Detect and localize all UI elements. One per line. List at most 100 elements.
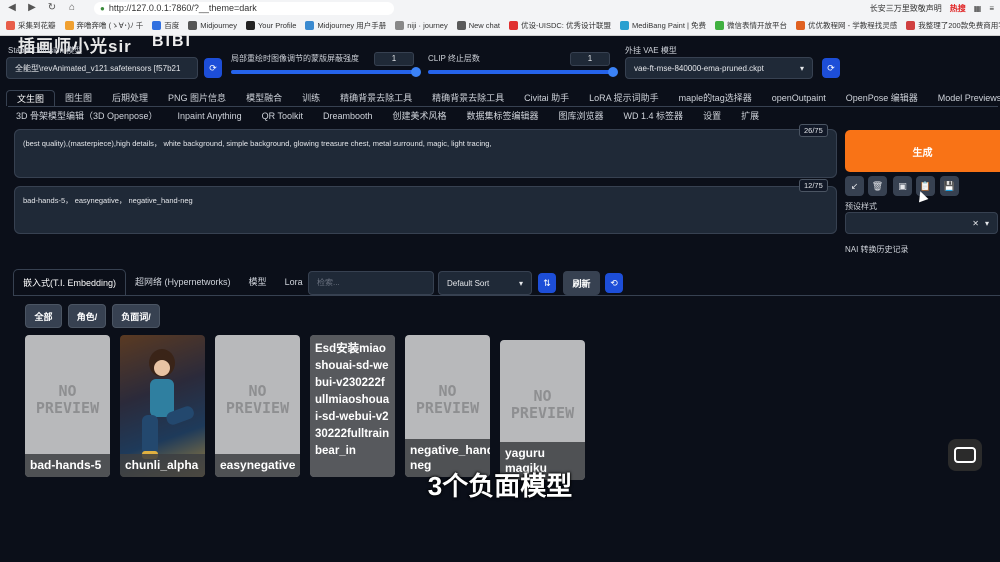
- menu-icon[interactable]: ≡: [989, 4, 994, 13]
- news-text[interactable]: 长安三万里致敬声明: [870, 3, 942, 14]
- bookmark-item[interactable]: niji · journey: [395, 20, 448, 30]
- browser-right: 长安三万里致敬声明 热搜 ▦ ≡: [870, 3, 994, 14]
- clear-icon[interactable]: ✕: [972, 219, 979, 228]
- reload-icon[interactable]: ↻: [46, 2, 58, 14]
- bookmark-item[interactable]: Midjourney: [188, 20, 237, 30]
- bookmark-label: Midjourney 用户手册: [317, 20, 387, 30]
- filter-all-button[interactable]: 全部: [25, 304, 62, 328]
- slider-knob[interactable]: [411, 67, 421, 77]
- filter-negative-button[interactable]: 负面词/: [112, 304, 160, 328]
- bookmark-item[interactable]: 优优教程网 - 学教程找灵感: [796, 20, 897, 31]
- sort-select[interactable]: Default Sort ▾: [438, 271, 532, 295]
- main-tabs-row2: 3D 骨架模型编辑（3D Openpose） Inpaint Anything QR…: [6, 108, 769, 124]
- vae-value: vae-ft-mse-840000-ema-pruned.ckpt: [634, 63, 764, 73]
- vae-select[interactable]: vae-ft-mse-840000-ema-pruned.ckpt ▾: [625, 57, 813, 79]
- save-style-button[interactable]: 💾: [940, 176, 959, 196]
- tab-row2-4[interactable]: 创建美术风格: [383, 108, 457, 124]
- network-tab-0[interactable]: 嵌入式(T.I. Embedding): [13, 269, 127, 295]
- tab-row2-2[interactable]: QR Toolkit: [252, 108, 313, 124]
- image-icon: ▣: [898, 180, 907, 191]
- bookmark-item[interactable]: 奔噜奔噜 (ゝ∀･)ﾉ 千: [64, 20, 143, 31]
- embedding-card[interactable]: Esd安装miaoshouai-sd-webui-v230222fullmiao…: [310, 335, 395, 477]
- tab-6[interactable]: 精确背景去除工具: [330, 90, 422, 106]
- bookmark-item[interactable]: Your Profile: [245, 20, 297, 30]
- tab-2[interactable]: 后期处理: [102, 90, 158, 106]
- network-tab-1[interactable]: 超网络 (Hypernetworks): [126, 269, 240, 295]
- embedding-card[interactable]: NO PREVIEW bad-hands-5: [25, 335, 110, 477]
- network-tab-2[interactable]: 模型: [240, 269, 276, 295]
- bookmark-item[interactable]: 微信表情开放平台: [715, 20, 787, 31]
- generate-button[interactable]: 生成: [845, 130, 1000, 172]
- tab-3[interactable]: PNG 图片信息: [158, 90, 236, 106]
- bookmark-item[interactable]: 我整理了200款免费商用字: [906, 20, 1000, 31]
- tab-row2-3[interactable]: Dreambooth: [313, 108, 383, 124]
- positive-prompt[interactable]: (best quality),(masterpiece),high detail…: [14, 129, 837, 178]
- tab-row2-7[interactable]: WD 1.4 标签器: [614, 108, 694, 124]
- tab-9[interactable]: LoRA 提示词助手: [579, 90, 669, 106]
- embedding-card[interactable]: NO PREVIEW easynegative: [215, 335, 300, 477]
- embedding-card[interactable]: NO PREVIEW negative_hand-neg: [405, 335, 490, 477]
- hot-badge[interactable]: 热搜: [950, 3, 966, 14]
- sort-order-button[interactable]: ⇅: [538, 273, 556, 293]
- clip-skip-slider[interactable]: [428, 67, 618, 77]
- save-icon: 💾: [943, 180, 956, 191]
- extra-networks-tabs: 嵌入式(T.I. Embedding) 超网络 (Hypernetworks) 模型…: [13, 269, 312, 295]
- extension-icon[interactable]: ▦: [974, 4, 982, 13]
- tab-4[interactable]: 模型融合: [236, 90, 292, 106]
- mask-strength-input[interactable]: 1: [374, 52, 414, 66]
- refresh-button[interactable]: 刷新: [563, 271, 600, 295]
- search-input[interactable]: 检索...: [308, 271, 434, 295]
- tab-1[interactable]: 图生图: [55, 90, 102, 106]
- clear-prompt-button[interactable]: 🗑: [868, 176, 887, 196]
- tab-5[interactable]: 训练: [292, 90, 330, 106]
- tab-13[interactable]: Model Previews: [928, 90, 1000, 106]
- tab-0[interactable]: 文生图: [6, 90, 56, 106]
- tab-row2-5[interactable]: 数据集标签编辑器: [457, 108, 549, 124]
- slider-knob[interactable]: [608, 67, 618, 77]
- tab-7[interactable]: 精确背景去除工具: [422, 90, 514, 106]
- negative-prompt-text: bad-hands-5， easynegative， negative_hand…: [23, 196, 193, 205]
- bookmark-favicon-icon: [64, 20, 74, 30]
- bookmark-item[interactable]: 优设-UISDC: 优秀设计联盟: [508, 20, 611, 31]
- filter-character-button[interactable]: 角色/: [68, 304, 106, 328]
- tab-12[interactable]: OpenPose 编辑器: [836, 90, 928, 106]
- sd-model-select[interactable]: 全能型\revAnimated_v121.safetensors [f57b21: [6, 57, 198, 79]
- preset-style-select[interactable]: ✕ ▾: [845, 212, 998, 234]
- mask-strength-slider[interactable]: [231, 67, 421, 77]
- bookmark-favicon-icon: [6, 20, 15, 30]
- bookmark-favicon-icon: [395, 20, 405, 30]
- bookmark-item[interactable]: New chat: [456, 20, 500, 30]
- embedding-card[interactable]: NO PREVIEW yaguru magiku: [500, 340, 585, 480]
- reload-networks-button[interactable]: ⟲: [605, 273, 623, 293]
- extra-networks-button[interactable]: ▣: [893, 176, 912, 196]
- nai-history-label[interactable]: NAI 转换历史记录: [845, 244, 909, 255]
- bookmark-item[interactable]: Midjourney 用户手册: [305, 20, 386, 31]
- tab-row2-6[interactable]: 图库浏览器: [549, 108, 614, 124]
- forward-icon[interactable]: ▶: [26, 2, 38, 14]
- embedding-card[interactable]: chunli_alpha: [120, 335, 205, 477]
- browser-navbar: ◀ ▶ ↻ ⌂ ● http://127.0.0.1:7860/?__theme…: [0, 0, 1000, 16]
- bookmark-item[interactable]: 采集到花瓣: [6, 20, 56, 31]
- tab-row2-8[interactable]: 设置: [693, 108, 731, 124]
- bookmark-item[interactable]: 百度: [152, 20, 179, 31]
- negative-prompt[interactable]: bad-hands-5， easynegative， negative_hand…: [14, 186, 837, 234]
- tab-row2-9[interactable]: 扩展: [731, 108, 769, 124]
- tab-11[interactable]: openOutpaint: [762, 90, 836, 106]
- bookmark-label: Your Profile: [257, 20, 297, 30]
- mask-strength-label: 局部重绘时图像调节的蒙版屏蔽强度: [231, 54, 359, 63]
- read-params-button[interactable]: ↙: [845, 176, 864, 196]
- tab-row2-0[interactable]: 3D 骨架模型编辑（3D Openpose）: [6, 108, 168, 124]
- address-bar[interactable]: ● http://127.0.0.1:7860/?__theme=dark: [94, 1, 394, 15]
- tab-10[interactable]: maple的tag选择器: [669, 90, 762, 106]
- bookmark-item[interactable]: MediBang Paint | 免费: [619, 20, 706, 31]
- refresh-model-button[interactable]: ⟳: [204, 58, 222, 78]
- no-preview-placeholder: NO PREVIEW: [510, 387, 575, 422]
- clip-skip-input[interactable]: 1: [570, 52, 610, 66]
- refresh-vae-button[interactable]: ⟳: [822, 58, 840, 78]
- bookmark-label: Midjourney: [200, 20, 237, 30]
- tab-row2-1[interactable]: Inpaint Anything: [168, 108, 252, 124]
- back-icon[interactable]: ◀: [6, 2, 18, 14]
- tab-8[interactable]: Civitai 助手: [514, 90, 579, 106]
- home-icon[interactable]: ⌂: [66, 2, 78, 14]
- network-tab-3[interactable]: Lora: [276, 269, 312, 295]
